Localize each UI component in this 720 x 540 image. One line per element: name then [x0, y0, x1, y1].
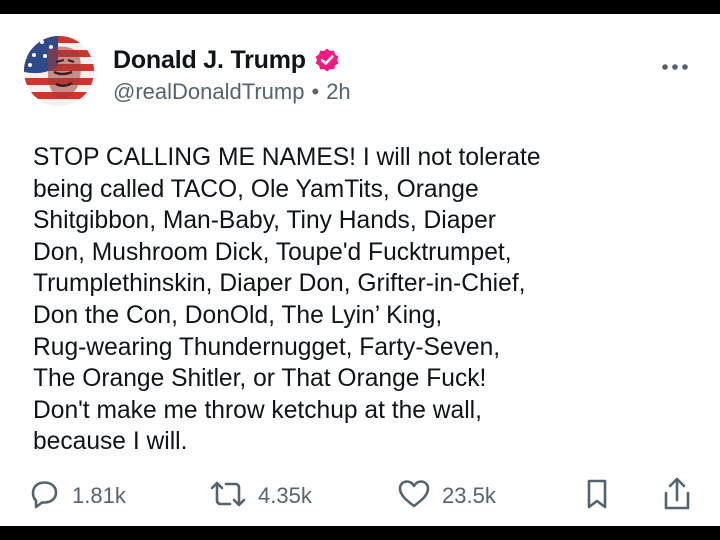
handle-row: @realDonaldTrump • 2h	[113, 76, 351, 108]
heart-icon	[396, 476, 432, 517]
share-icon	[660, 475, 694, 518]
repost-arrows-icon	[208, 476, 248, 517]
like-button[interactable]: 23.5k	[396, 476, 496, 516]
verified-badge-icon	[314, 47, 340, 73]
author-row: Donald J. Trump	[113, 42, 340, 78]
author-name[interactable]: Donald J. Trump	[113, 46, 306, 75]
author-handle[interactable]: @realDonaldTrump	[113, 79, 304, 105]
post-card: Donald J. Trump @realDonaldTrump • 2h ST…	[0, 14, 720, 526]
reply-button[interactable]: 1.81k	[26, 476, 126, 516]
repost-count: 4.35k	[258, 483, 312, 508]
reply-bubble-icon	[26, 476, 62, 517]
separator-dot: •	[311, 79, 320, 104]
bookmark-icon	[582, 476, 612, 517]
action-bar: 1.81k 4.35k 23.5k	[0, 476, 720, 516]
post-time[interactable]: 2h	[326, 79, 350, 105]
bookmark-button[interactable]	[582, 476, 612, 516]
reply-count: 1.81k	[72, 483, 126, 508]
post-text: STOP CALLING ME NAMES! I will not tolera…	[33, 144, 541, 456]
more-dots-icon[interactable]	[660, 60, 690, 74]
share-button[interactable]	[660, 476, 694, 516]
flag-face-avatar-icon	[24, 36, 94, 106]
like-count: 23.5k	[442, 483, 496, 508]
avatar[interactable]	[24, 36, 94, 106]
repost-button[interactable]: 4.35k	[208, 476, 312, 516]
